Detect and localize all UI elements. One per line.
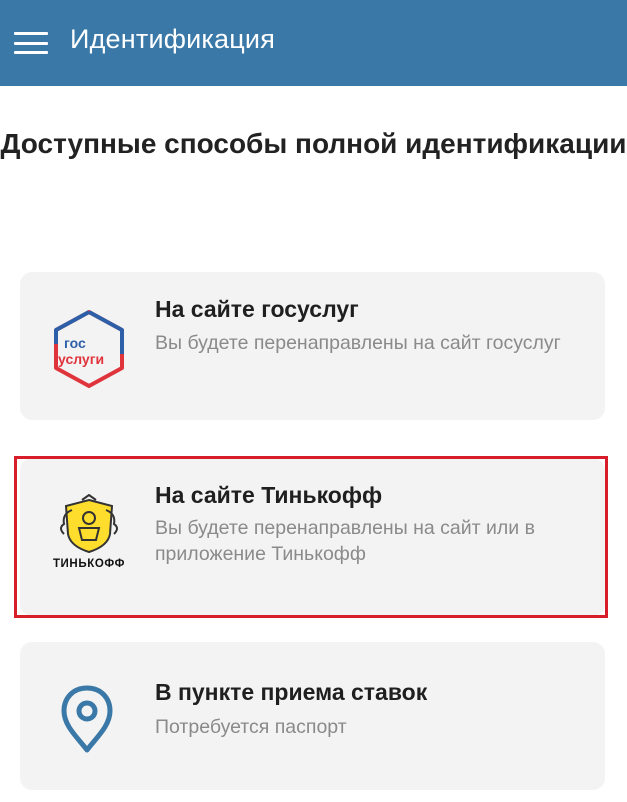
app-bar: Идентификация [0, 0, 627, 86]
option-betting-point-card[interactable]: В пункте приема ставок Потребуется паспо… [20, 642, 605, 790]
tinkoff-logo-text: ТИНЬКОФФ [52, 558, 126, 570]
option-title: На сайте Тинькофф [155, 482, 383, 508]
option-description: Вы будете перенаправлены на сайт госуслу… [155, 332, 561, 354]
option-gosuslugi-card[interactable]: гос услуги На сайте госуслуг Вы будете п… [20, 272, 605, 420]
option-title: На сайте госуслуг [155, 296, 359, 322]
gosuslugi-logo-text-top: гос [64, 335, 86, 351]
option-description: Вы будете перенаправлены на сайт или в п… [155, 517, 535, 565]
page-title: Идентификация [70, 24, 276, 54]
option-title: В пункте приема ставок [155, 679, 428, 705]
tinkoff-logo-icon: ТИНЬКОФФ [42, 493, 136, 580]
gosuslugi-logo-text-bottom: услуги [58, 351, 104, 367]
option-description: Потребуется паспорт [155, 716, 347, 738]
section-heading: Доступные способы полной идентификации [0, 128, 627, 159]
hamburger-menu-icon[interactable] [14, 28, 48, 58]
option-tinkoff-card[interactable]: ТИНЬКОФФ На сайте Тинькофф Вы будете пер… [20, 458, 605, 616]
location-pin-icon [60, 684, 114, 754]
tinkoff-emblem [60, 493, 118, 554]
gosuslugi-logo-icon: гос услуги [50, 308, 128, 390]
